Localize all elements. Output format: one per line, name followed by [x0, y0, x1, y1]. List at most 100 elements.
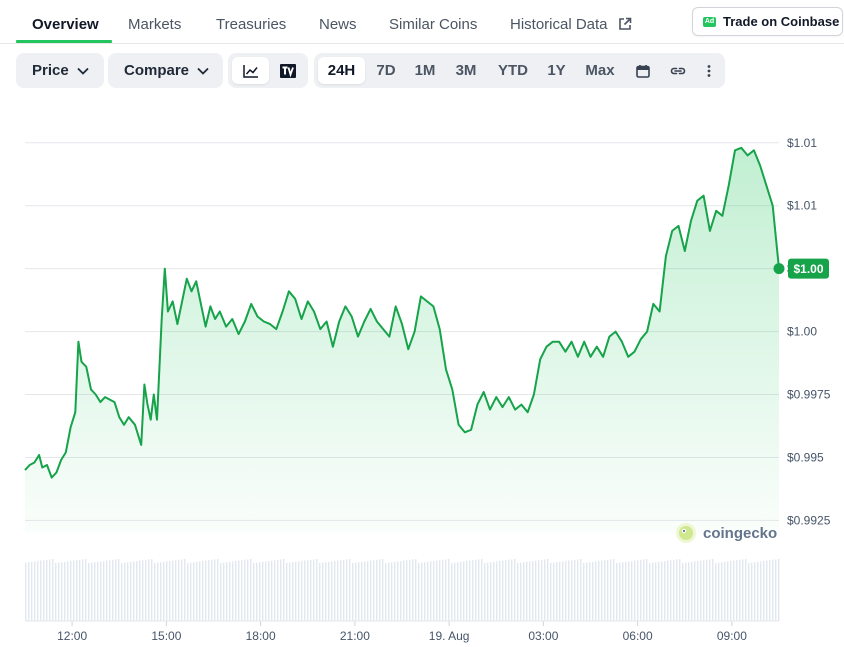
- volume-bar: [340, 560, 342, 621]
- volume-bar: [532, 561, 534, 621]
- volume-bar: [487, 562, 489, 621]
- volume-bar: [319, 563, 321, 621]
- volume-bar: [412, 559, 414, 621]
- volume-bar: [619, 562, 621, 621]
- volume-bar: [424, 562, 426, 621]
- volume-bar: [61, 562, 63, 621]
- volume-bar: [121, 563, 123, 621]
- calendar-icon: [636, 64, 650, 78]
- chevron-down-icon: [197, 67, 209, 75]
- volume-bar: [550, 563, 552, 621]
- volume-bar: [199, 561, 201, 621]
- volume-bar: [523, 562, 525, 621]
- volume-bar: [109, 560, 111, 621]
- tab-historical-data[interactable]: Historical Data: [510, 16, 632, 33]
- tab-similar-coins[interactable]: Similar Coins: [389, 16, 477, 33]
- volume-bar: [733, 560, 735, 621]
- volume-bar: [499, 561, 501, 621]
- volume-bar: [268, 561, 270, 621]
- range-1y-button[interactable]: 1Y: [540, 57, 573, 84]
- tradingview-button[interactable]: [271, 57, 304, 84]
- volume-bar: [145, 559, 147, 621]
- line-chart-button[interactable]: [232, 57, 269, 84]
- range-7d-button[interactable]: 7D: [368, 57, 404, 84]
- price-chart[interactable]: $1.01 $1.01 $1.00 $1.00 $0.9975 $0.995 $0.9925…: [0, 100, 844, 647]
- volume-bar: [325, 562, 327, 621]
- volume-bar: [178, 559, 180, 621]
- x-tick-label: 19. Aug: [429, 629, 470, 643]
- compare-dropdown[interactable]: Compare: [108, 53, 223, 88]
- volume-bar: [133, 561, 135, 621]
- volume-bar: [25, 562, 27, 621]
- volume-bar: [445, 559, 447, 621]
- volume-bar: [346, 559, 348, 621]
- volume-bar: [556, 562, 558, 621]
- volume-bar: [448, 559, 450, 621]
- volume-bar: [682, 563, 684, 621]
- ad-badge: Ad: [703, 16, 716, 27]
- volume-bar: [469, 560, 471, 621]
- volume-bar: [652, 562, 654, 621]
- volume-bar: [634, 560, 636, 621]
- volume-bar: [295, 561, 297, 621]
- volume-bar: [310, 559, 312, 621]
- volume-bar: [706, 559, 708, 621]
- more-options-button[interactable]: [698, 57, 720, 84]
- price-dropdown[interactable]: Price: [16, 53, 104, 88]
- volume-bar: [280, 559, 282, 621]
- volume-bar: [118, 559, 120, 621]
- volume-bar: [673, 559, 675, 621]
- volume-bar: [391, 562, 393, 621]
- volume-bar: [514, 559, 516, 621]
- volume-bar: [700, 560, 702, 621]
- volume-bar: [667, 560, 669, 621]
- volume-bar: [778, 559, 780, 621]
- volume-bar: [439, 560, 441, 621]
- y-tick-label: $1.01: [787, 199, 817, 213]
- active-tab-indicator: [16, 40, 112, 43]
- range-ytd-button[interactable]: YTD: [490, 57, 536, 84]
- tradingview-icon: [279, 63, 296, 78]
- volume-bar: [40, 560, 42, 621]
- current-price-marker: $1.00: [773, 258, 829, 279]
- share-link-button[interactable]: [664, 57, 692, 84]
- volume-bar: [640, 559, 642, 621]
- volume-bar: [70, 561, 72, 621]
- volume-bar: [703, 560, 705, 621]
- volume-bar: [598, 561, 600, 621]
- volume-bar: [508, 559, 510, 621]
- volume-bar: [571, 560, 573, 621]
- tab-treasuries[interactable]: Treasuries: [216, 16, 286, 33]
- volume-bar: [97, 561, 99, 621]
- volume-bar: [307, 560, 309, 621]
- tab-news[interactable]: News: [319, 16, 357, 33]
- tab-overview[interactable]: Overview: [32, 16, 99, 33]
- volume-bar: [124, 562, 126, 621]
- range-max-button[interactable]: Max: [578, 57, 622, 84]
- volume-bar: [76, 560, 78, 621]
- range-24h-button[interactable]: 24H: [318, 57, 365, 84]
- range-1m-button[interactable]: 1M: [408, 57, 442, 84]
- tab-bar: Overview Markets Treasuries News Similar…: [0, 0, 844, 44]
- volume-bar: [661, 561, 663, 621]
- y-axis: $1.01 $1.01 $1.00 $1.00 $0.9975 $0.995 $0.9925: [787, 136, 831, 528]
- range-3m-button[interactable]: 3M: [447, 57, 485, 84]
- trade-on-coinbase-button[interactable]: Ad Trade on Coinbase: [692, 7, 843, 36]
- volume-bar: [43, 560, 45, 621]
- volume-bar: [430, 561, 432, 621]
- volume-bar: [34, 561, 36, 621]
- volume-bar: [583, 563, 585, 621]
- coingecko-watermark: coingecko: [676, 523, 777, 543]
- volume-bar: [427, 561, 429, 621]
- volume-bar: [436, 560, 438, 621]
- volume-bar: [724, 561, 726, 621]
- volume-bar: [547, 559, 549, 621]
- date-range-button[interactable]: [630, 57, 656, 84]
- volume-bar: [91, 562, 93, 621]
- tab-historical-data-label: Historical Data: [510, 16, 608, 33]
- volume-bar: [577, 559, 579, 621]
- volume-bar: [214, 559, 216, 621]
- volume-bar: [727, 561, 729, 621]
- compare-dropdown-label: Compare: [124, 62, 190, 79]
- tab-markets[interactable]: Markets: [128, 16, 181, 33]
